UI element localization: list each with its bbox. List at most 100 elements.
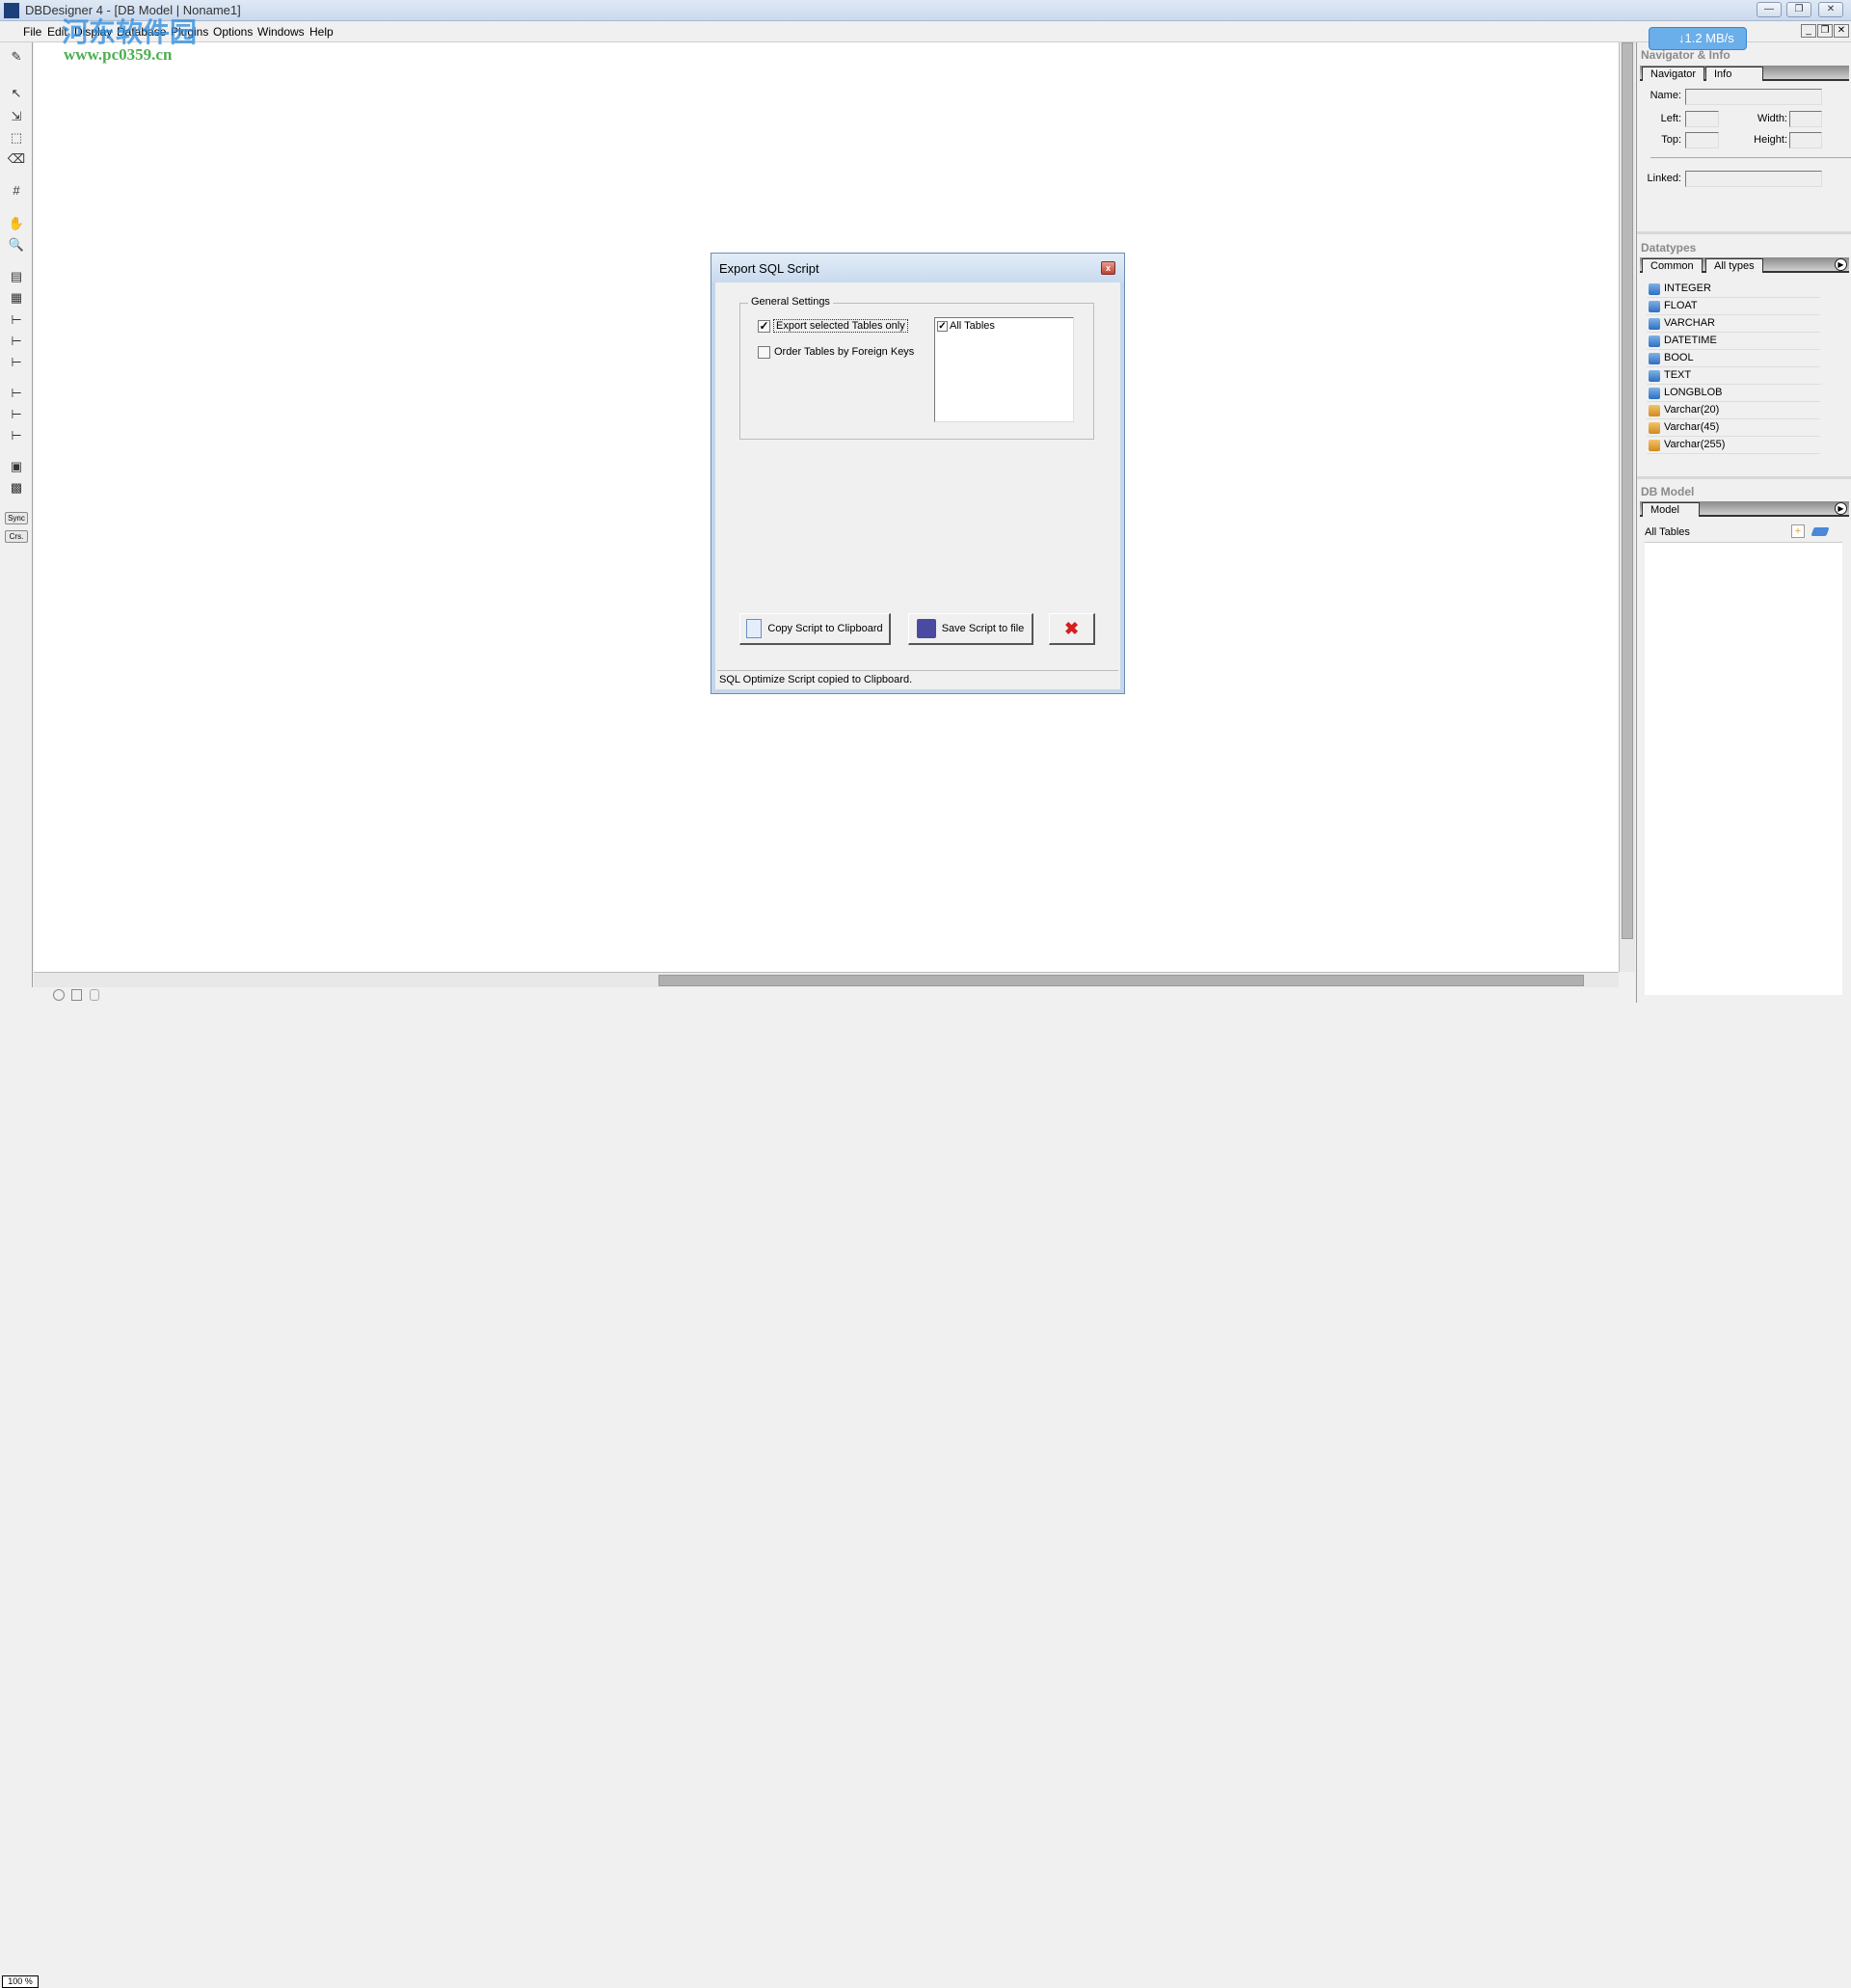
menu-file[interactable]: File — [23, 25, 41, 39]
export-selected-label[interactable]: Export selected Tables only — [773, 319, 908, 333]
red-x-icon: ✖ — [1063, 618, 1080, 638]
tables-listbox[interactable]: ✓ All Tables — [934, 317, 1074, 422]
divider — [1637, 231, 1851, 234]
image-icon[interactable]: ▩ — [7, 479, 26, 497]
arrow-right-icon[interactable]: ▶ — [1835, 258, 1847, 271]
datatype-item[interactable]: VARCHAR — [1647, 315, 1820, 333]
relation-nm-sub-icon[interactable]: ⊢ — [7, 427, 26, 444]
menu-options[interactable]: Options — [213, 25, 253, 39]
grid-icon[interactable]: # — [7, 182, 26, 200]
mdi-restore-button[interactable]: ❐ — [1817, 24, 1833, 38]
relation-nm-icon[interactable]: ⊢ — [7, 354, 26, 371]
divider — [1637, 476, 1851, 479]
datatypes-header: Datatypes — [1641, 241, 1697, 255]
menu-help[interactable]: Help — [309, 25, 334, 39]
move-tool-icon[interactable]: ⇲ — [7, 108, 26, 125]
datatype-item[interactable]: TEXT — [1647, 367, 1820, 385]
title-bar: DBDesigner 4 - [DB Model | Noname1] — ❐ … — [0, 0, 1851, 21]
export-sql-dialog: Export SQL Script x General Settings ✓ E… — [711, 253, 1125, 694]
name-field[interactable] — [1685, 89, 1822, 105]
width-field[interactable] — [1789, 111, 1822, 127]
width-label: Width: — [1757, 113, 1787, 124]
right-panel: Navigator & Info Navigator Info Name: Le… — [1636, 42, 1851, 1003]
tab-common[interactable]: Common — [1642, 258, 1703, 273]
logo-icon: ✎ — [11, 49, 22, 64]
datatype-item[interactable]: Varchar(45) — [1647, 419, 1820, 437]
dbmodel-header: DB Model — [1641, 485, 1695, 498]
app-icon — [4, 3, 19, 18]
relation-11-icon[interactable]: ⊢ — [7, 333, 26, 350]
order-fk-label[interactable]: Order Tables by Foreign Keys — [774, 346, 914, 358]
eraser-icon[interactable]: ⌫ — [7, 150, 26, 168]
datatype-item[interactable]: DATETIME — [1647, 333, 1820, 350]
linked-field[interactable] — [1685, 171, 1822, 187]
tab-navigator[interactable]: Navigator — [1642, 67, 1705, 81]
relation-1n-icon[interactable]: ⊢ — [7, 311, 26, 329]
all-tables-checkbox[interactable]: ✓ — [937, 321, 948, 332]
note-icon[interactable]: ▣ — [7, 458, 26, 475]
model-tree[interactable] — [1645, 542, 1842, 995]
left-field[interactable] — [1685, 111, 1719, 127]
tab-all-types[interactable]: All types — [1705, 258, 1763, 273]
menu-windows[interactable]: Windows — [257, 25, 305, 39]
tab-info[interactable]: Info — [1705, 67, 1763, 81]
datatype-icon — [1649, 318, 1660, 330]
select-area-icon[interactable]: ⬚ — [7, 129, 26, 147]
divider — [1650, 157, 1851, 158]
new-table-icon[interactable]: + — [1791, 524, 1805, 538]
eraser-icon[interactable] — [1811, 527, 1830, 536]
datatype-icon — [1649, 353, 1660, 364]
copy-to-clipboard-button[interactable]: Copy Script to Clipboard — [739, 613, 891, 645]
datatype-item[interactable]: Varchar(20) — [1647, 402, 1820, 419]
datatype-item[interactable]: Varchar(255) — [1647, 437, 1820, 454]
sync-button[interactable]: Sync — [5, 512, 28, 524]
all-tables-label: All Tables — [1645, 526, 1690, 538]
tab-model[interactable]: Model — [1642, 502, 1700, 517]
relation-1n-sub-icon[interactable]: ⊢ — [7, 385, 26, 402]
zoom-level: 100 % — [2, 1975, 39, 1988]
table-icon[interactable]: ▤ — [7, 268, 26, 285]
pointer-tool-icon[interactable]: ↖ — [7, 85, 26, 102]
datatype-icon — [1649, 388, 1660, 399]
relation-11-sub-icon[interactable]: ⊢ — [7, 406, 26, 423]
top-label: Top: — [1661, 134, 1681, 146]
datatype-item[interactable]: FLOAT — [1647, 298, 1820, 315]
cancel-button[interactable]: ✖ — [1049, 613, 1095, 645]
crs-button[interactable]: Crs. — [5, 530, 28, 543]
mdi-close-button[interactable]: ✕ — [1834, 24, 1849, 38]
save-icon — [71, 989, 82, 1001]
dialog-close-button[interactable]: x — [1101, 261, 1115, 275]
datatype-item[interactable]: BOOL — [1647, 350, 1820, 367]
left-label: Left: — [1660, 113, 1681, 124]
top-field[interactable] — [1685, 132, 1719, 148]
export-selected-checkbox[interactable]: ✓ — [758, 320, 770, 333]
scroll-thumb[interactable] — [658, 975, 1584, 986]
datatype-icon — [1649, 422, 1660, 434]
datatype-item[interactable]: INTEGER — [1647, 281, 1820, 298]
floppy-disk-icon — [916, 619, 936, 638]
height-label: Height: — [1754, 134, 1787, 146]
database-icon — [90, 989, 99, 1001]
datatype-item[interactable]: LONGBLOB — [1647, 385, 1820, 402]
mdi-minimize-button[interactable]: _ — [1801, 24, 1816, 38]
name-label: Name: — [1650, 90, 1681, 101]
all-tables-item[interactable]: All Tables — [950, 320, 995, 332]
height-field[interactable] — [1789, 132, 1822, 148]
close-button[interactable]: ✕ — [1818, 2, 1843, 17]
zoom-icon[interactable]: 🔍 — [7, 236, 26, 254]
order-fk-checkbox[interactable] — [758, 346, 770, 359]
scroll-thumb[interactable] — [1622, 42, 1633, 939]
minimize-button[interactable]: — — [1757, 2, 1782, 17]
view-icon[interactable]: ▦ — [7, 289, 26, 307]
hand-icon[interactable]: ✋ — [7, 215, 26, 232]
datatypes-tabs: Common All types ▶ — [1640, 257, 1849, 273]
arrow-right-icon[interactable]: ▶ — [1835, 502, 1847, 515]
horizontal-scrollbar[interactable] — [34, 972, 1619, 987]
circle-icon — [53, 989, 65, 1001]
navigator-tabs: Navigator Info — [1640, 66, 1849, 81]
maximize-button[interactable]: ❐ — [1786, 2, 1811, 17]
download-speed-badge: ↓1.2 MB/s — [1649, 27, 1747, 50]
save-to-file-button[interactable]: Save Script to file — [908, 613, 1033, 645]
vertical-scrollbar[interactable] — [1619, 42, 1635, 972]
datatype-icon — [1649, 440, 1660, 451]
